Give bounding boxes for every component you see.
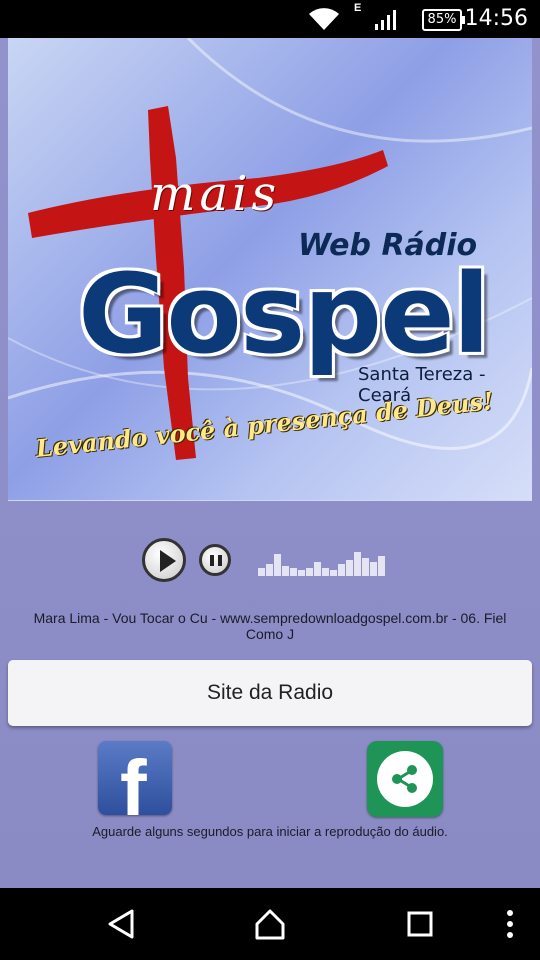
facebook-button[interactable]: f — [98, 741, 172, 815]
signal-icon — [375, 10, 396, 30]
equalizer-icon — [258, 552, 385, 576]
battery-indicator: 85% — [422, 9, 465, 31]
site-da-radio-button[interactable]: Site da Radio — [8, 660, 532, 726]
clock: 14:56 — [464, 6, 528, 31]
network-type-indicator: E — [354, 2, 362, 14]
player-controls — [0, 534, 540, 590]
navigation-bar — [0, 888, 540, 960]
wifi-icon — [309, 8, 339, 30]
share-icon — [392, 765, 417, 793]
brand-top-text: mais — [150, 166, 281, 222]
back-icon[interactable] — [106, 908, 136, 940]
home-icon[interactable] — [254, 908, 286, 940]
now-playing-text: Mara Lima - Vou Tocar o Cu - www.sempred… — [33, 610, 507, 642]
share-button[interactable] — [367, 741, 443, 817]
facebook-icon: f — [120, 744, 147, 816]
status-bar: E 85% 14:56 — [0, 0, 540, 38]
play-button[interactable] — [142, 538, 186, 582]
recent-apps-icon[interactable] — [406, 908, 434, 940]
play-icon — [160, 550, 176, 572]
overflow-menu-icon[interactable] — [504, 908, 516, 940]
station-banner: mais Web Rádio Gospel Santa Tereza - Cea… — [8, 38, 532, 501]
app-content: mais Web Rádio Gospel Santa Tereza - Cea… — [0, 38, 540, 888]
loading-hint: Aguarde alguns segundos para iniciar a r… — [92, 824, 448, 839]
pause-button[interactable] — [199, 544, 231, 576]
brand-name: Gospel — [78, 250, 490, 378]
